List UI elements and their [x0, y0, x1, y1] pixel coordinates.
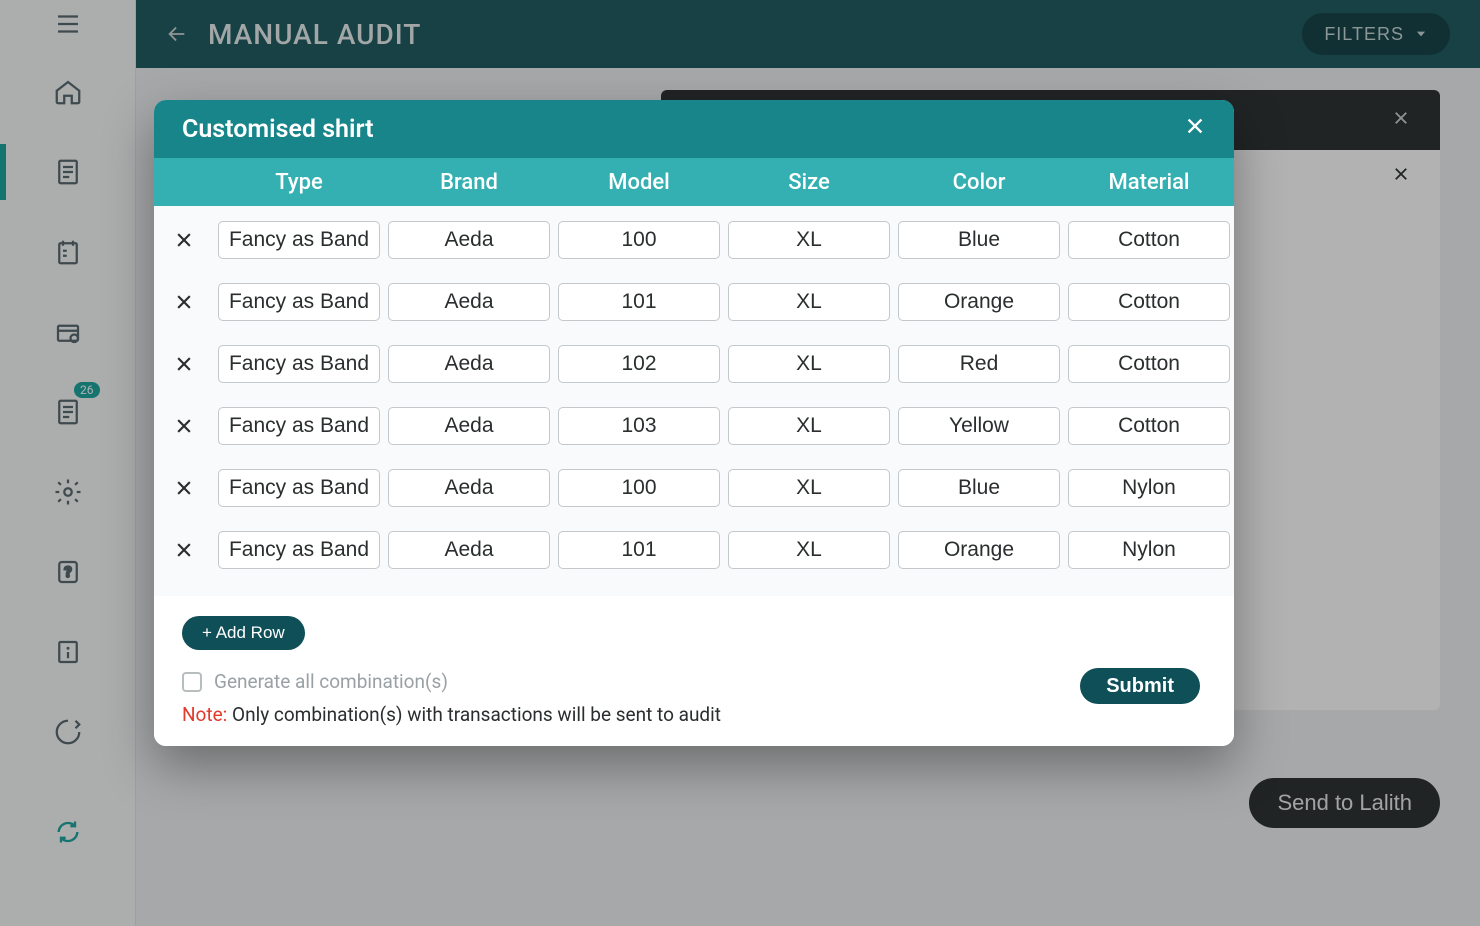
type-input[interactable] [218, 407, 380, 445]
table-header: Type Brand Model Size Color Material [154, 158, 1234, 206]
note-label: Note: [182, 703, 227, 726]
generate-checkbox[interactable] [182, 672, 202, 692]
brand-input[interactable] [388, 407, 550, 445]
model-input[interactable] [558, 283, 720, 321]
type-input[interactable] [218, 531, 380, 569]
delete-row-button[interactable] [154, 540, 214, 560]
note: Note: Only combination(s) with transacti… [182, 703, 1206, 726]
table-row [154, 206, 1234, 268]
table-body[interactable] [154, 206, 1234, 596]
delete-row-button[interactable] [154, 478, 214, 498]
type-input[interactable] [218, 283, 380, 321]
close-icon [174, 292, 194, 312]
table-row [154, 330, 1234, 392]
color-input[interactable] [898, 221, 1060, 259]
delete-row-button[interactable] [154, 354, 214, 374]
column-material: Material [1064, 170, 1234, 195]
close-icon [174, 230, 194, 250]
color-input[interactable] [898, 469, 1060, 507]
brand-input[interactable] [388, 221, 550, 259]
color-input[interactable] [898, 531, 1060, 569]
column-brand: Brand [384, 170, 554, 195]
color-input[interactable] [898, 345, 1060, 383]
delete-row-button[interactable] [154, 230, 214, 250]
model-input[interactable] [558, 221, 720, 259]
close-icon [174, 540, 194, 560]
brand-input[interactable] [388, 283, 550, 321]
model-input[interactable] [558, 469, 720, 507]
material-input[interactable] [1068, 221, 1230, 259]
column-model: Model [554, 170, 724, 195]
material-input[interactable] [1068, 469, 1230, 507]
material-input[interactable] [1068, 531, 1230, 569]
color-input[interactable] [898, 407, 1060, 445]
modal-title: Customised shirt [182, 115, 374, 144]
size-input[interactable] [728, 531, 890, 569]
modal-footer: + Add Row Generate all combination(s) No… [154, 596, 1234, 746]
size-input[interactable] [728, 469, 890, 507]
color-input[interactable] [898, 283, 1060, 321]
generate-label: Generate all combination(s) [214, 670, 448, 693]
material-input[interactable] [1068, 345, 1230, 383]
close-icon [1184, 115, 1206, 137]
column-color: Color [894, 170, 1064, 195]
close-icon [174, 354, 194, 374]
size-input[interactable] [728, 283, 890, 321]
material-input[interactable] [1068, 283, 1230, 321]
column-type: Type [214, 170, 384, 195]
table-row [154, 454, 1234, 516]
model-input[interactable] [558, 407, 720, 445]
model-input[interactable] [558, 531, 720, 569]
brand-input[interactable] [388, 345, 550, 383]
customised-shirt-modal: Customised shirt Type Brand Model Size C… [154, 100, 1234, 746]
type-input[interactable] [218, 345, 380, 383]
table-row [154, 268, 1234, 330]
material-input[interactable] [1068, 407, 1230, 445]
size-input[interactable] [728, 407, 890, 445]
add-row-button[interactable]: + Add Row [182, 616, 305, 650]
brand-input[interactable] [388, 531, 550, 569]
delete-row-button[interactable] [154, 416, 214, 436]
modal-close-button[interactable] [1184, 115, 1206, 143]
close-icon [174, 416, 194, 436]
type-input[interactable] [218, 469, 380, 507]
size-input[interactable] [728, 221, 890, 259]
table-row [154, 516, 1234, 578]
submit-button[interactable]: Submit [1080, 668, 1200, 704]
type-input[interactable] [218, 221, 380, 259]
table-row [154, 392, 1234, 454]
close-icon [174, 478, 194, 498]
modal-header: Customised shirt [154, 100, 1234, 158]
delete-row-button[interactable] [154, 292, 214, 312]
note-text: Only combination(s) with transactions wi… [227, 703, 721, 726]
model-input[interactable] [558, 345, 720, 383]
brand-input[interactable] [388, 469, 550, 507]
column-size: Size [724, 170, 894, 195]
size-input[interactable] [728, 345, 890, 383]
